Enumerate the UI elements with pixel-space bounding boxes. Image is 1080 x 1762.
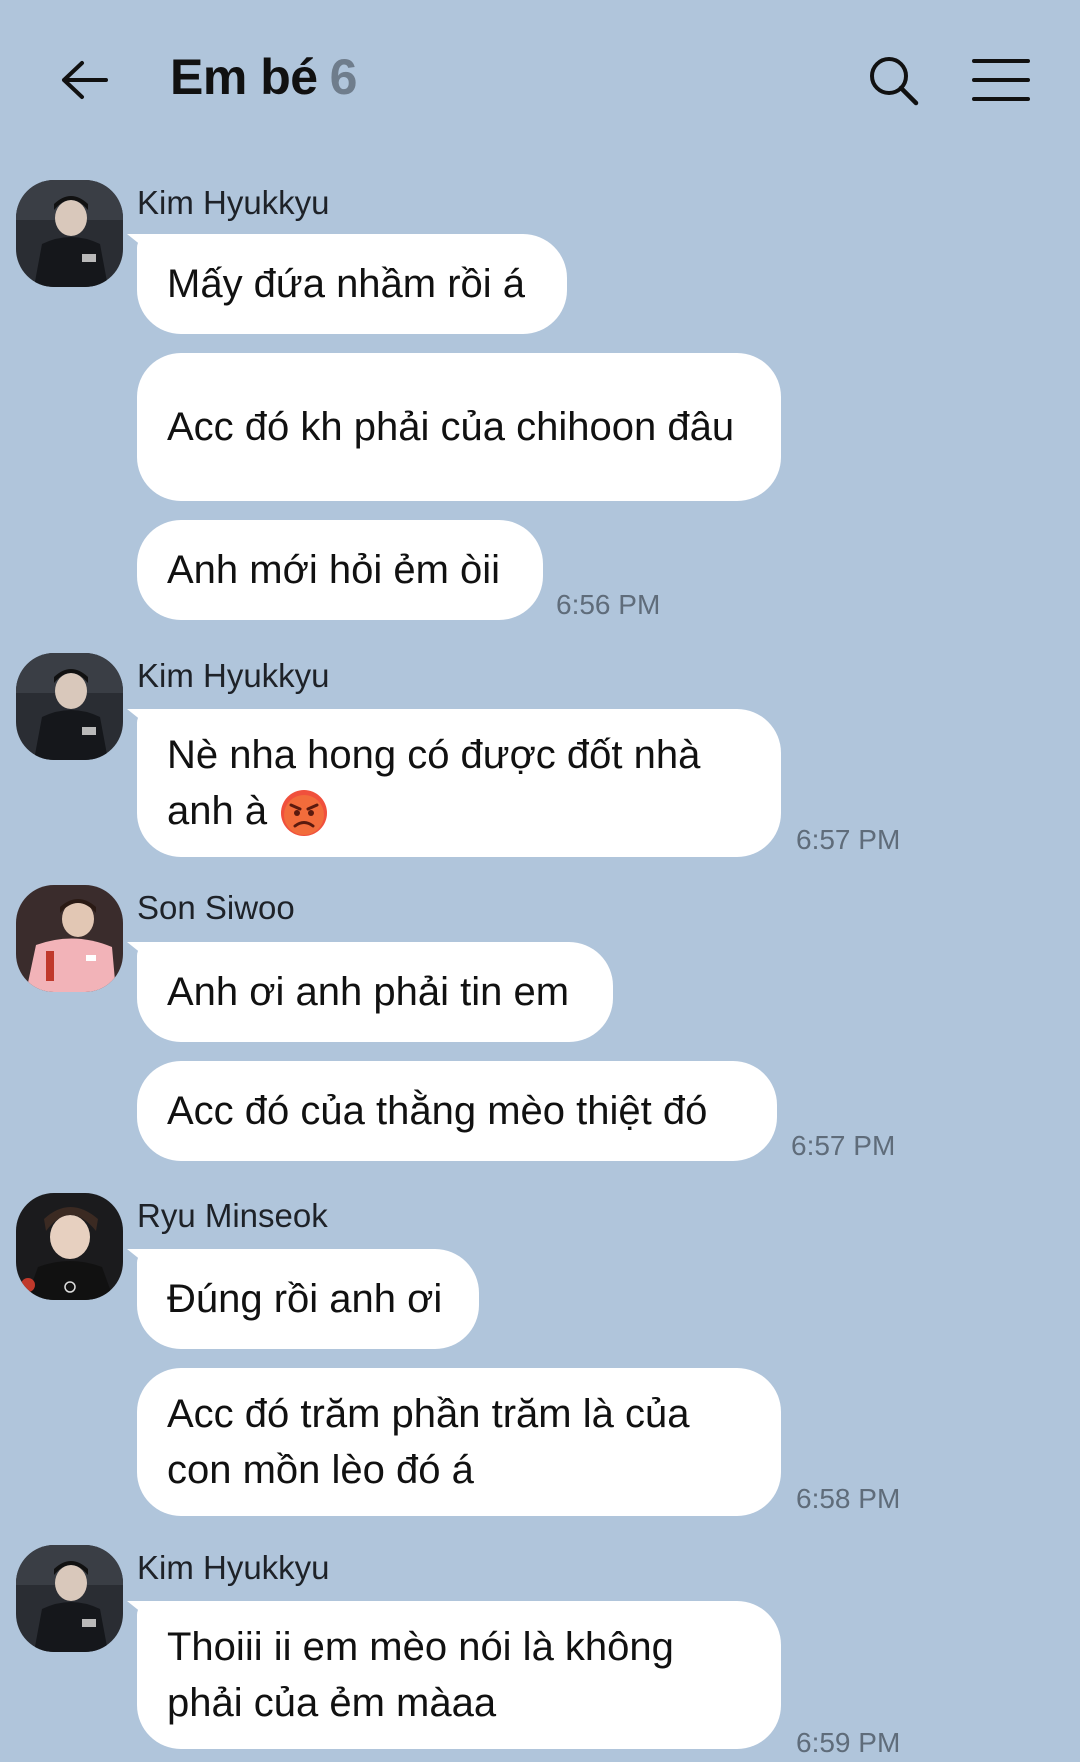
chat-header: Em bé 6 [0,0,1080,160]
message-bubble[interactable]: Thoiii ii em mèo nói là không phải của ẻ… [127,1601,781,1749]
message-group: Kim Hyukkyu Mấy đứa nhầm rồi á Acc đó kh… [0,180,1080,620]
avatar-ryu-minseok[interactable] [16,1193,123,1300]
sender-name: Kim Hyukkyu [137,1549,330,1586]
sender-name: Son Siwoo [137,889,295,926]
sender-name: Ryu Minseok [137,1197,328,1234]
message-bubble[interactable]: Acc đó của thằng mèo thiệt đó [137,1061,777,1161]
chat-title: Em bé 6 [170,48,357,106]
group-name: Em bé [170,49,318,105]
message-text: Acc đó kh phải của chihoon đâu [167,405,735,449]
menu-button[interactable] [966,48,1036,112]
back-button[interactable] [50,48,120,112]
message-text: Mấy đứa nhầm rồi á [167,262,526,306]
message-time: 6:57 PM [796,824,901,855]
menu-icon [972,59,1030,101]
message-group: Kim Hyukkyu Nè nha hong có được đốt nhà … [0,653,1080,858]
message-bubble[interactable]: Đúng rồi anh ơi [127,1249,479,1349]
message-text: Thoiii ii em mèo nói là không phải của ẻ… [167,1625,674,1725]
message-group: Son Siwoo Anh ơi anh phải tin em Acc đó … [0,885,1080,1165]
sender-name: Kim Hyukkyu [137,184,330,221]
message-time: 6:57 PM [791,1130,896,1161]
message-group: Kim Hyukkyu Thoiii ii em mèo nói là khôn… [0,1545,1080,1762]
message-bubble[interactable]: Mấy đứa nhầm rồi á [127,234,567,334]
search-icon [870,57,919,106]
message-time: 6:58 PM [796,1483,901,1514]
angry-face-emoji [281,790,328,837]
message-text: Acc đó của thằng mèo thiệt đó [167,1089,708,1133]
message-text: Nè nha hong có được đốt nhà anh à [167,727,751,839]
sender-name: Kim Hyukkyu [137,657,330,694]
message-bubble[interactable]: Nè nha hong có được đốt nhà anh à [127,709,781,857]
message-bubble[interactable]: Anh ơi anh phải tin em [127,942,613,1042]
message-text: Anh mới hỏi ẻm òii [167,548,501,592]
bubble-tail [127,1601,157,1625]
bubble-tail [127,234,157,258]
message-text: Đúng rồi anh ơi [167,1277,443,1321]
message-bubble[interactable]: Acc đó trăm phần trăm là của con mồn lèo… [137,1368,781,1516]
message-text: Acc đó trăm phần trăm là của con mồn lèo… [167,1392,690,1492]
avatar-son-siwoo[interactable] [16,885,123,992]
message-group: Ryu Minseok Đúng rồi anh ơi Acc đó trăm … [0,1193,1080,1523]
message-time: 6:59 PM [796,1727,901,1758]
member-count: 6 [329,49,358,105]
bubble-tail [127,1249,157,1273]
message-text: Anh ơi anh phải tin em [167,970,570,1014]
bubble-tail [127,709,157,733]
arrow-left-icon [62,61,108,99]
message-bubble[interactable]: Anh mới hỏi ẻm òii [137,520,543,620]
avatar-kim-hyukkyu[interactable] [16,180,123,287]
avatar-kim-hyukkyu[interactable] [16,1545,123,1652]
bubble-tail [127,942,157,966]
message-bubble[interactable]: Acc đó kh phải của chihoon đâu [137,353,781,501]
avatar-kim-hyukkyu[interactable] [16,653,123,760]
message-time: 6:56 PM [556,589,661,620]
search-button[interactable] [858,48,928,112]
